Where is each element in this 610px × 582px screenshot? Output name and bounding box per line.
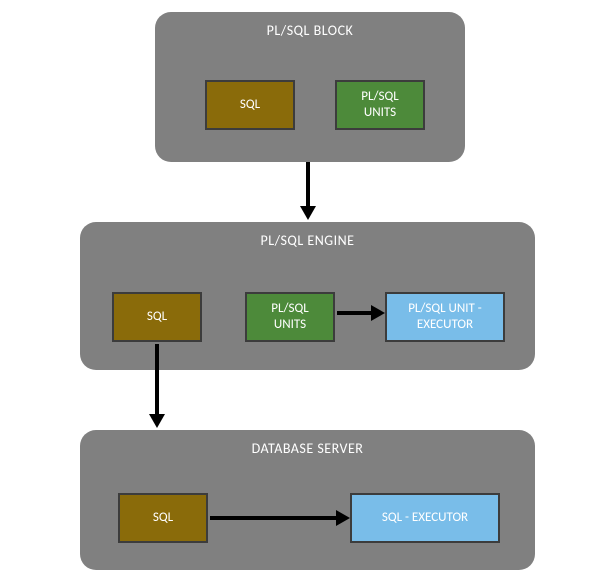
node-server-sql: SQL xyxy=(118,493,208,543)
node-label: PL/SQL UNIT - EXECUTOR xyxy=(408,301,482,334)
panel-title-engine: PL/SQL ENGINE xyxy=(80,222,535,249)
node-label: SQL xyxy=(153,510,173,526)
node-block-plsql-units: PL/SQL UNITS xyxy=(335,80,425,130)
arrow-head-units-to-executor xyxy=(371,305,385,321)
node-label: PL/SQL UNITS xyxy=(361,89,398,122)
node-block-sql: SQL xyxy=(205,80,295,130)
arrow-block-to-engine xyxy=(306,162,310,208)
node-engine-sql: SQL xyxy=(112,292,202,342)
arrow-head-server-sql-to-executor xyxy=(336,510,350,526)
node-label: PL/SQL UNITS xyxy=(271,301,308,334)
node-label: SQL xyxy=(240,97,260,113)
node-engine-plsql-units: PL/SQL UNITS xyxy=(245,292,335,342)
panel-title-block: PL/SQL BLOCK xyxy=(155,12,465,39)
arrow-head-engine-sql-to-server xyxy=(149,414,165,428)
node-server-sql-executor: SQL - EXECUTOR xyxy=(350,493,500,543)
panel-title-server: DATABASE SERVER xyxy=(80,430,535,457)
node-label: SQL - EXECUTOR xyxy=(382,510,468,526)
arrow-engine-sql-to-server xyxy=(155,344,159,416)
arrow-head-block-to-engine xyxy=(300,206,316,220)
node-engine-unit-executor: PL/SQL UNIT - EXECUTOR xyxy=(385,292,505,342)
arrow-server-sql-to-executor xyxy=(210,516,338,520)
node-label: SQL xyxy=(147,309,167,325)
arrow-units-to-executor xyxy=(337,311,373,315)
